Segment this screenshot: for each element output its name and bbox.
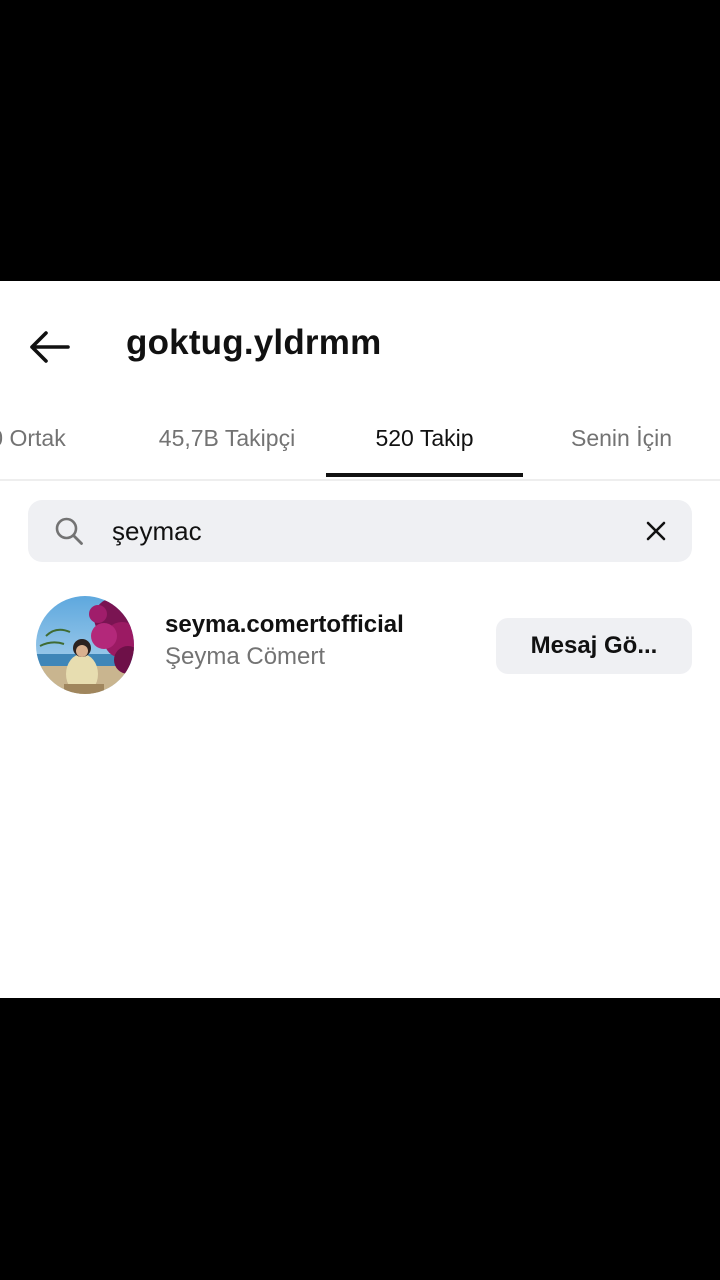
back-button[interactable] bbox=[22, 325, 76, 369]
letterbox-top bbox=[0, 0, 720, 281]
tab-followers[interactable]: 45,7B Takipçi bbox=[128, 399, 326, 477]
page-title: goktug.yldrmm bbox=[126, 323, 382, 362]
tab-mutual[interactable]: 0 Ortak bbox=[0, 399, 108, 477]
following-screen: goktug.yldrmm 0 Ortak 45,7B Takipçi 520 … bbox=[0, 281, 720, 998]
result-full-name: Şeyma Cömert bbox=[165, 643, 326, 670]
tab-bar: 0 Ortak 45,7B Takipçi 520 Takip Senin İç… bbox=[0, 399, 720, 481]
profile-photo bbox=[36, 596, 134, 694]
close-icon[interactable] bbox=[642, 517, 670, 545]
list-item[interactable]: seyma.comertofficial Şeyma Cömert Mesaj … bbox=[0, 593, 720, 697]
letterbox-bottom bbox=[0, 998, 720, 1280]
search-icon bbox=[55, 517, 83, 545]
tab-for-you[interactable]: Senin İçin bbox=[523, 399, 720, 477]
tab-following[interactable]: 520 Takip bbox=[326, 399, 523, 477]
message-button[interactable]: Mesaj Gö... bbox=[496, 618, 692, 674]
search-bar[interactable] bbox=[28, 500, 692, 562]
search-input[interactable] bbox=[112, 510, 612, 552]
arrow-left-icon bbox=[30, 331, 70, 363]
active-tab-indicator bbox=[326, 473, 523, 477]
result-username: seyma.comertofficial bbox=[165, 611, 404, 638]
avatar[interactable] bbox=[36, 596, 134, 694]
header: goktug.yldrmm bbox=[0, 281, 720, 411]
